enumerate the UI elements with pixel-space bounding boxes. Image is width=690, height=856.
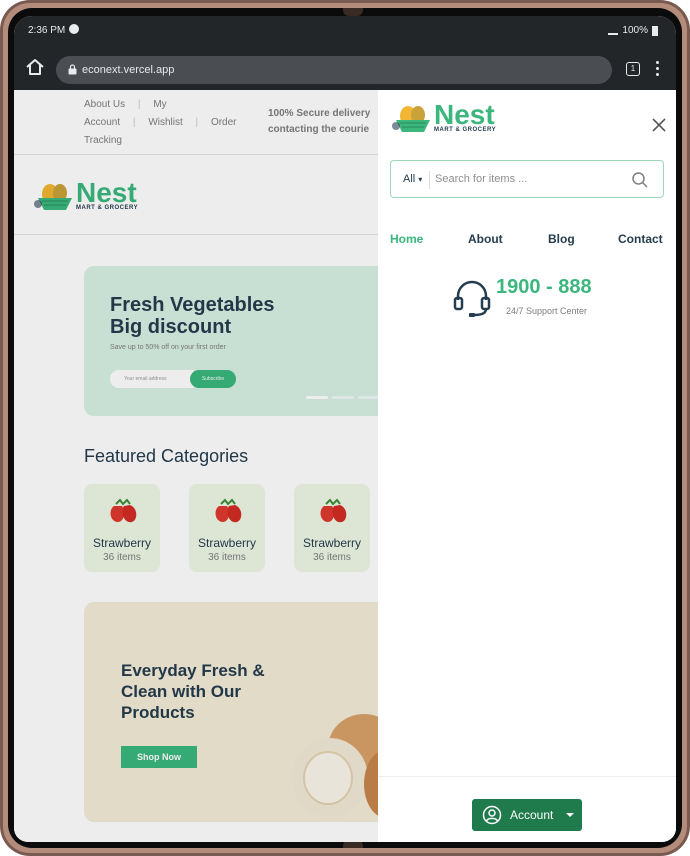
status-time: 2:36 PM	[28, 25, 66, 36]
mobile-menu-drawer: Nest MART & GROCERY All ▾ Search for ite…	[378, 90, 676, 842]
nav-home[interactable]: Home	[390, 232, 423, 246]
screen: 2:36 PM 100% econext.vercel.app 1 About …	[14, 16, 676, 842]
nav-about[interactable]: About	[468, 232, 503, 246]
account-label: Account	[510, 808, 554, 822]
hinge-top	[343, 8, 363, 16]
search-divider	[429, 171, 430, 189]
search-bar: All ▾	[390, 160, 664, 198]
search-category-value: All	[403, 173, 416, 185]
nav-blog[interactable]: Blog	[548, 232, 575, 246]
signal-icon	[608, 27, 619, 35]
search-icon[interactable]	[631, 171, 649, 189]
status-right: 100%	[608, 25, 658, 36]
url-text: econext.vercel.app	[82, 64, 175, 76]
search-input[interactable]	[435, 169, 625, 189]
account-button[interactable]: Account	[472, 799, 582, 831]
lock-icon	[68, 64, 77, 75]
support-label: 24/7 Support Center	[506, 306, 588, 316]
caret-down-icon	[566, 813, 574, 817]
drawer-logo[interactable]: Nest MART & GROCERY	[390, 99, 497, 134]
battery-icon	[652, 25, 658, 36]
device-bezel: 2:36 PM 100% econext.vercel.app 1 About …	[8, 8, 682, 848]
close-icon[interactable]	[652, 118, 666, 132]
home-icon[interactable]	[24, 56, 46, 78]
search-category-select[interactable]: All ▾	[403, 173, 422, 185]
browser-menu-icon[interactable]	[656, 61, 660, 77]
headset-icon	[453, 280, 491, 317]
drawer-logo-subtitle: MART & GROCERY	[434, 127, 497, 133]
logo-basket-icon	[392, 106, 430, 132]
status-bar: 2:36 PM 100%	[14, 16, 676, 44]
browser-toolbar: econext.vercel.app 1	[14, 44, 676, 90]
drawer-footer: Account	[378, 776, 676, 842]
support-contact: 1900 - 888 24/7 Support Center	[452, 276, 612, 320]
tab-switcher-button[interactable]: 1	[626, 62, 640, 76]
web-page: About Us | My Account | Wishlist | Order	[14, 90, 676, 842]
nav-contact[interactable]: Contact	[618, 232, 663, 246]
chevron-down-icon: ▾	[418, 175, 423, 184]
user-icon	[482, 805, 502, 825]
drawer-logo-title: Nest	[434, 99, 495, 130]
spotify-icon	[69, 24, 79, 34]
battery-percent: 100%	[622, 25, 648, 36]
drawer-nav: Home About Blog Contact	[390, 232, 670, 250]
support-phone[interactable]: 1900 - 888	[496, 276, 592, 299]
drawer-backdrop[interactable]	[14, 90, 378, 842]
address-bar[interactable]: econext.vercel.app	[56, 56, 612, 84]
device-frame: 2:36 PM 100% econext.vercel.app 1 About …	[0, 0, 690, 856]
